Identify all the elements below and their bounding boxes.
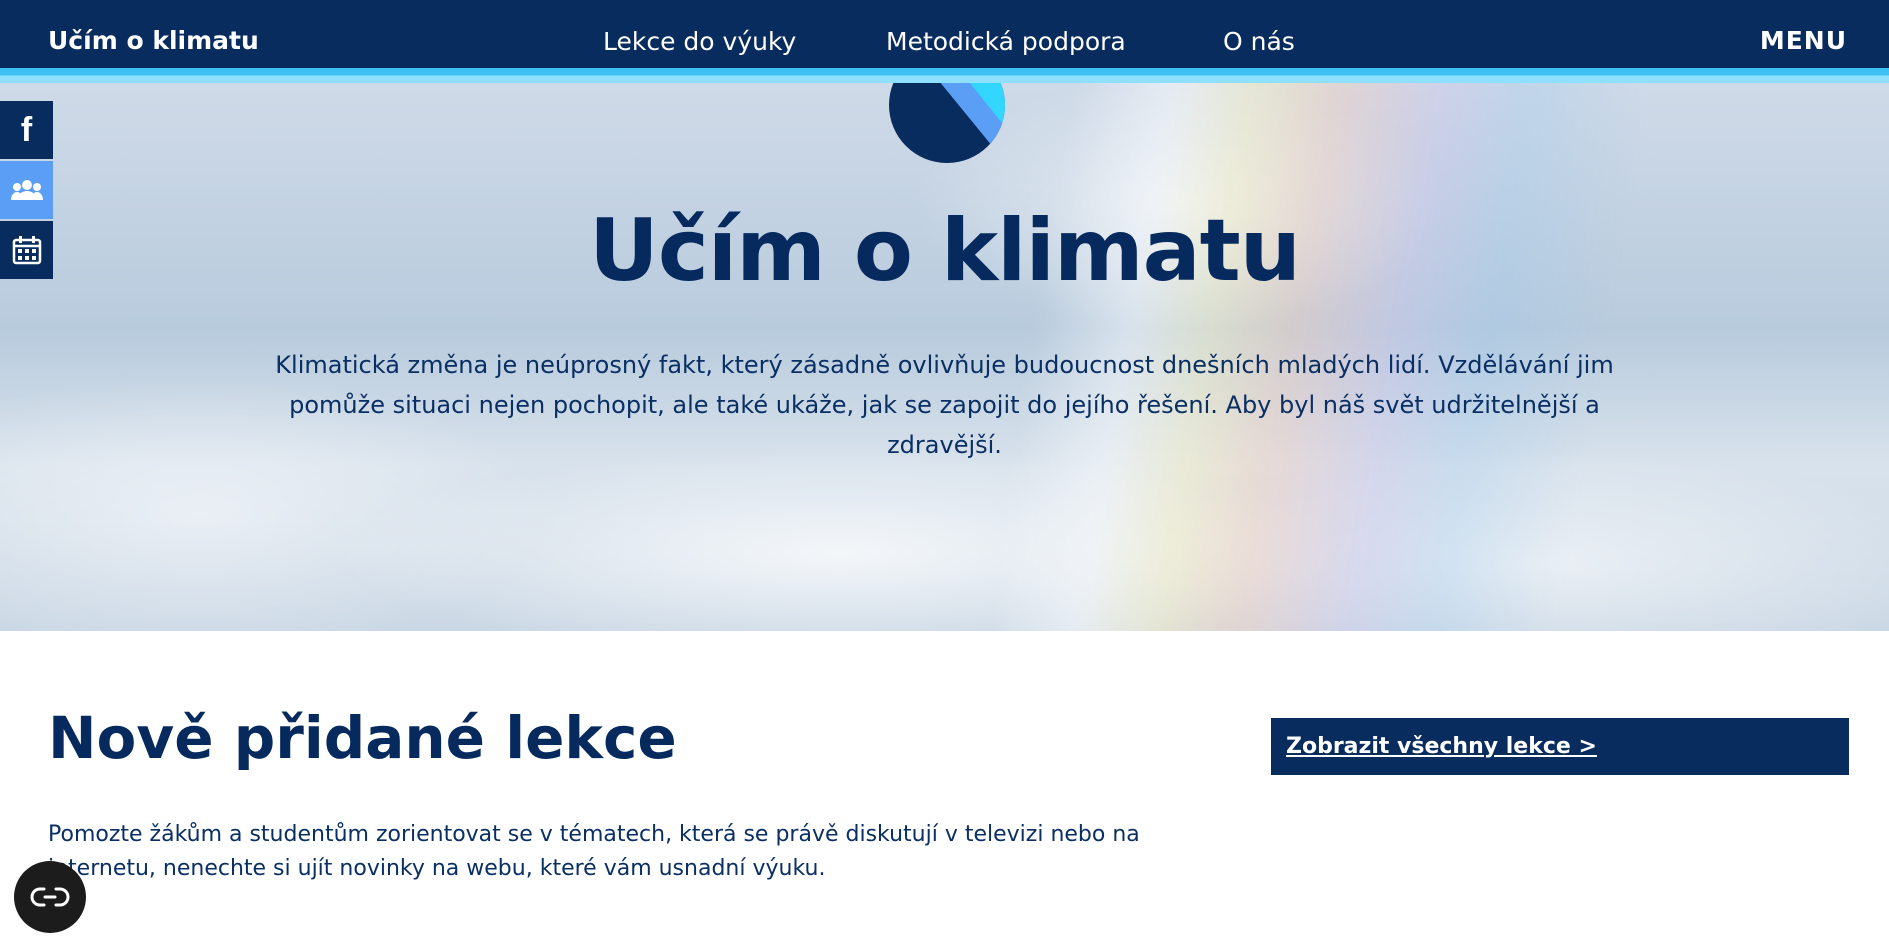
site-logo[interactable]: Učím o klimatu: [48, 26, 259, 56]
calendar-icon: [12, 236, 41, 265]
menu-button[interactable]: MENU: [1760, 26, 1847, 56]
hero-title: Učím o klimatu: [589, 201, 1301, 301]
facebook-icon: f: [20, 111, 33, 149]
hero-description: Klimatická změna je neúprosný fakt, kter…: [275, 351, 1614, 459]
cookie-settings-icon: [30, 887, 70, 907]
section-description: Pomozte žákům a studentům zorientovat se…: [48, 822, 1140, 881]
nav-link-lekce[interactable]: Lekce do výuky: [603, 27, 796, 57]
group-icon: [10, 180, 43, 200]
cookie-settings-button[interactable]: [14, 861, 86, 933]
top-navigation-bar: Učím o klimatu Lekce do výuky Metodická …: [0, 0, 1889, 83]
community-button[interactable]: [0, 161, 53, 219]
nav-link-o-nas[interactable]: O nás: [1223, 27, 1295, 57]
hero-banner: Učím o klimatu Klimatická změna je neúpr…: [0, 83, 1889, 631]
show-all-lessons-button[interactable]: Zobrazit všechny lekce >: [1271, 718, 1849, 775]
facebook-share-button[interactable]: f: [0, 101, 53, 159]
nav-link-metodicka-podpora[interactable]: Metodická podpora: [886, 27, 1126, 57]
calendar-button[interactable]: [0, 221, 53, 279]
section-title-new-lessons: Nově přidané lekce: [48, 704, 677, 772]
logo-circle-icon: [889, 83, 1005, 163]
